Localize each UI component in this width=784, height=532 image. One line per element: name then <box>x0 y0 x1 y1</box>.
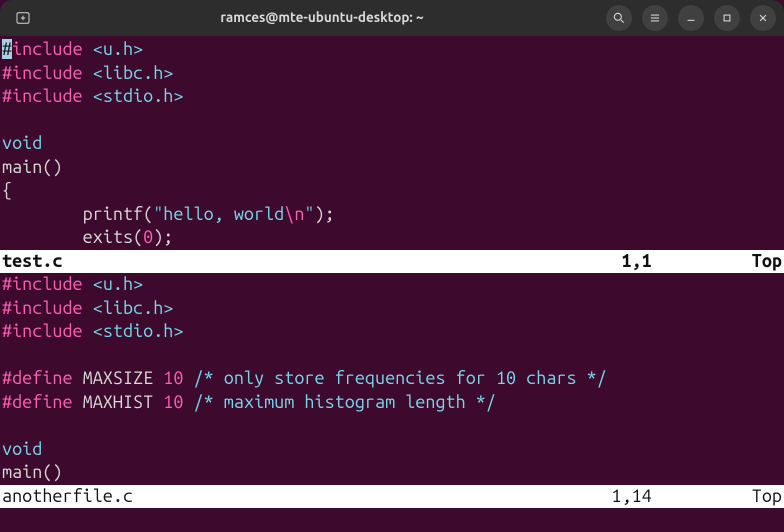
code-line: #include <libc.h> <box>0 297 784 321</box>
new-tab-button[interactable] <box>8 3 38 33</box>
maximize-button[interactable] <box>714 5 740 31</box>
code-line: #define MAXSIZE 10 /* only store frequen… <box>0 367 784 391</box>
window-title: ramces@mte-ubuntu-desktop: ~ <box>38 6 606 30</box>
status-filename: test.c <box>2 250 62 274</box>
code-line: void <box>0 438 784 462</box>
editor-area[interactable]: #include <u.h> #include <libc.h> #includ… <box>0 36 784 532</box>
code-line: main() <box>0 461 784 485</box>
code-line: #include <stdio.h> <box>0 320 784 344</box>
code-line: #include <libc.h> <box>0 62 784 86</box>
status-scroll: Top <box>752 485 782 509</box>
status-filename: anotherfile.c <box>2 485 133 509</box>
code-line <box>0 344 784 368</box>
code-line: #include <stdio.h> <box>0 85 784 109</box>
close-button[interactable] <box>750 5 776 31</box>
status-bar: anotherfile.c 1,14 Top <box>0 485 784 509</box>
code-line: #define MAXHIST 10 /* maximum histogram … <box>0 391 784 415</box>
status-scroll: Top <box>752 250 782 274</box>
status-position: 1,14 <box>611 485 751 509</box>
status-position: 1,1 <box>622 250 752 274</box>
titlebar: ramces@mte-ubuntu-desktop: ~ <box>0 0 784 36</box>
code-line: printf("hello, world\n"); <box>0 203 784 227</box>
menu-button[interactable] <box>642 5 668 31</box>
code-line: void <box>0 132 784 156</box>
code-line <box>0 414 784 438</box>
minimize-button[interactable] <box>678 5 704 31</box>
status-bar: test.c 1,1 Top <box>0 250 784 274</box>
code-line: exits(0); <box>0 226 784 250</box>
code-line: #include <u.h> <box>0 38 784 62</box>
cursor: # <box>2 39 12 59</box>
code-line: { <box>0 179 784 203</box>
code-line: main() <box>0 156 784 180</box>
code-line: #include <u.h> <box>0 273 784 297</box>
code-line <box>0 109 784 133</box>
search-button[interactable] <box>606 5 632 31</box>
